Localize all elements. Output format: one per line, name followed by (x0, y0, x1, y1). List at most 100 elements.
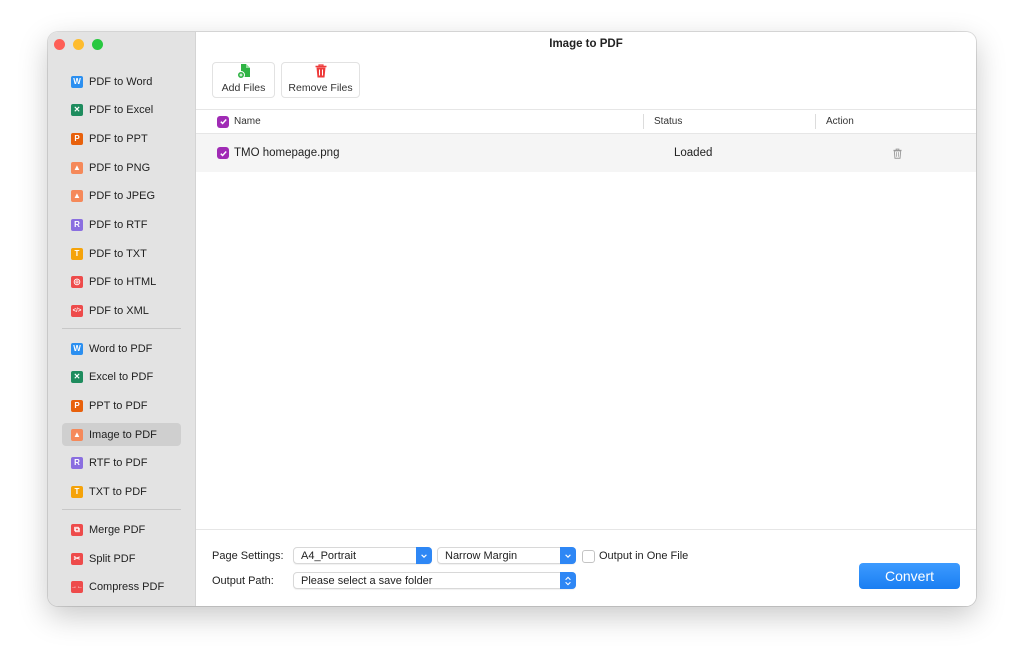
column-status-header[interactable]: Status (654, 110, 682, 133)
sidebar-item-pdf-to-html[interactable]: ◎ PDF to HTML (62, 271, 181, 294)
page-size-select[interactable]: A4_Portrait (293, 547, 432, 564)
file-name: TMO homepage.png (234, 147, 340, 159)
sidebar-item-label: Merge PDF (89, 523, 146, 536)
file-name-cell: TMO homepage.png (217, 134, 339, 172)
column-action-header[interactable]: Action (826, 110, 854, 133)
sidebar-item-pdf-to-ppt[interactable]: P PDF to PPT (62, 127, 181, 150)
select-all-checkbox[interactable] (217, 115, 229, 128)
sidebar-item-label: PDF to HTML (89, 276, 157, 289)
rtf-icon: R (71, 218, 83, 231)
sidebar-item-label: RTF to PDF (89, 457, 148, 470)
toolbar: Add Files Remove Files (212, 62, 360, 98)
add-file-icon (236, 64, 250, 79)
sidebar-nav: W PDF to Word ✕ PDF to Excel P PDF to PPT ▲ PDF… (62, 70, 181, 604)
sidebar-item-txt-to-pdf[interactable]: T TXT to PDF (62, 481, 181, 504)
output-path-select[interactable]: Please select a save folder (293, 572, 576, 589)
sidebar-item-label: PPT to PDF (89, 400, 148, 413)
table-row[interactable]: TMO homepage.png Loaded (196, 134, 976, 172)
compress-icon: →← (71, 581, 83, 594)
sidebar-item-pdf-to-word[interactable]: W PDF to Word (62, 70, 181, 93)
file-status: Loaded (674, 147, 713, 159)
sidebar-item-label: TXT to PDF (89, 486, 147, 499)
sidebar-item-label: PDF to TXT (89, 247, 147, 260)
sidebar-item-label: Compress PDF (89, 581, 165, 594)
window-controls (54, 39, 103, 50)
sidebar-item-pdf-to-jpeg[interactable]: ▲ PDF to JPEG (62, 185, 181, 208)
image-icon: ▲ (71, 428, 83, 441)
scissors-icon: ✂ (71, 552, 83, 565)
remove-files-button[interactable]: Remove Files (281, 62, 360, 98)
sidebar-item-pdf-to-excel[interactable]: ✕ PDF to Excel (62, 99, 181, 122)
sidebar-item-split-pdf[interactable]: ✂ Split PDF (62, 547, 181, 570)
output-path-label: Output Path: (212, 575, 274, 587)
column-divider[interactable] (643, 114, 644, 129)
app-window: W PDF to Word ✕ PDF to Excel P PDF to PPT ▲ PDF… (48, 32, 976, 606)
sidebar-item-pdf-to-rtf[interactable]: R PDF to RTF (62, 213, 181, 236)
xml-icon: </> (71, 305, 83, 317)
column-name-label: Name (234, 116, 261, 127)
remove-files-label: Remove Files (288, 82, 353, 94)
margin-select[interactable]: Narrow Margin (437, 547, 576, 564)
chevron-updown-icon (560, 572, 576, 589)
page-settings-label: Page Settings: (212, 550, 284, 562)
ppt-icon: P (71, 400, 83, 413)
sidebar-item-pdf-to-png[interactable]: ▲ PDF to PNG (62, 156, 181, 179)
sidebar-item-word-to-pdf[interactable]: W Word to PDF (62, 337, 181, 360)
image-icon: ▲ (71, 190, 83, 203)
merge-icon: ⧉ (71, 523, 83, 536)
txt-icon: T (71, 247, 83, 260)
sidebar-item-label: PDF to PPT (89, 132, 148, 145)
sidebar-item-merge-pdf[interactable]: ⧉ Merge PDF (62, 518, 181, 541)
main-panel: Image to PDF Add Files Remove Files Name… (196, 32, 976, 606)
column-name-header[interactable]: Name (217, 110, 261, 133)
output-one-file-label[interactable]: Output in One File (599, 550, 688, 562)
html-icon: ◎ (71, 276, 83, 289)
table-header: Name Status Action (196, 109, 976, 134)
word-icon: W (71, 342, 83, 355)
sidebar-item-ppt-to-pdf[interactable]: P PPT to PDF (62, 395, 181, 418)
rtf-icon: R (71, 457, 83, 470)
image-icon: ▲ (71, 161, 83, 174)
sidebar-item-label: PDF to PNG (89, 161, 151, 174)
chevron-down-icon (560, 547, 576, 564)
trash-icon (893, 148, 902, 159)
file-table: Name Status Action TMO homepage.png Load… (196, 109, 976, 172)
row-checkbox[interactable] (217, 147, 229, 159)
add-files-label: Add Files (221, 82, 266, 94)
margin-value: Narrow Margin (445, 549, 518, 562)
chevron-down-icon (416, 547, 432, 564)
sidebar-item-label: PDF to Word (89, 75, 153, 88)
sidebar-item-rtf-to-pdf[interactable]: R RTF to PDF (62, 452, 181, 475)
sidebar-divider (62, 328, 181, 330)
add-files-button[interactable]: Add Files (212, 62, 275, 98)
sidebar-item-label: Split PDF (89, 552, 136, 565)
convert-button[interactable]: Convert (859, 563, 960, 589)
trash-icon (315, 64, 326, 78)
sidebar-item-label: Word to PDF (89, 342, 153, 355)
sidebar-divider (62, 509, 181, 511)
sidebar-item-label: Excel to PDF (89, 371, 154, 384)
output-one-file-checkbox[interactable] (582, 550, 595, 563)
sidebar-item-pdf-to-txt[interactable]: T PDF to TXT (62, 242, 181, 265)
excel-icon: ✕ (71, 104, 83, 117)
settings-footer: Page Settings: A4_Portrait Narrow Margin… (196, 529, 976, 606)
ppt-icon: P (71, 132, 83, 145)
sidebar-item-image-to-pdf[interactable]: ▲ Image to PDF (62, 423, 181, 447)
sidebar-item-compress-pdf[interactable]: →← Compress PDF (62, 576, 181, 599)
excel-icon: ✕ (71, 371, 83, 384)
window-title: Image to PDF (549, 38, 623, 50)
sidebar-item-excel-to-pdf[interactable]: ✕ Excel to PDF (62, 366, 181, 389)
sidebar-item-label: Image to PDF (89, 428, 157, 441)
column-divider[interactable] (815, 114, 816, 129)
minimize-window-button[interactable] (73, 39, 84, 50)
close-window-button[interactable] (54, 39, 65, 50)
sidebar: W PDF to Word ✕ PDF to Excel P PDF to PPT ▲ PDF… (48, 32, 196, 606)
word-icon: W (71, 75, 83, 88)
delete-row-button[interactable] (892, 134, 903, 172)
sidebar-item-pdf-to-xml[interactable]: </> PDF to XML (62, 300, 181, 323)
sidebar-item-label: PDF to RTF (89, 218, 148, 231)
sidebar-item-label: PDF to JPEG (89, 190, 156, 203)
page-size-value: A4_Portrait (301, 549, 357, 562)
zoom-window-button[interactable] (92, 39, 103, 50)
sidebar-item-label: PDF to Excel (89, 104, 154, 117)
